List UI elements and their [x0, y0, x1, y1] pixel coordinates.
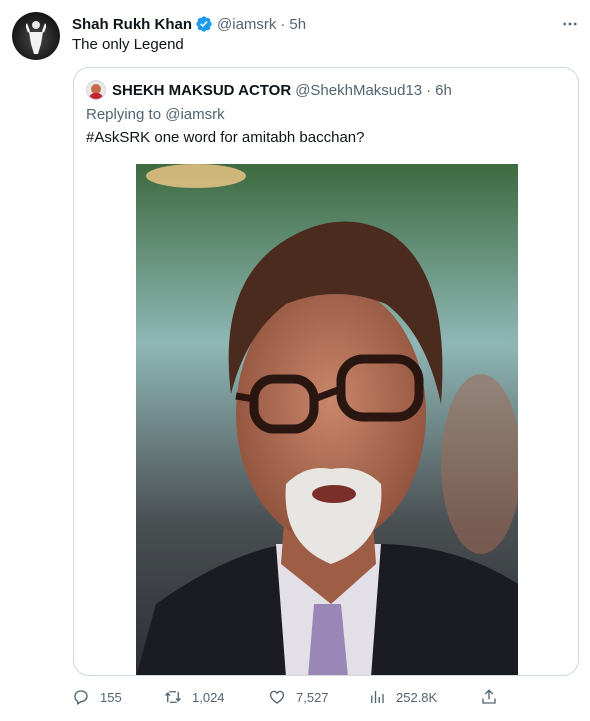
tweet[interactable]: Shah Rukh Khan @iamsrk · 5h The only Leg…: [0, 0, 590, 721]
views-button[interactable]: 252.8K: [368, 686, 437, 708]
author-avatar[interactable]: [12, 12, 60, 60]
replying-prefix: Replying to: [86, 106, 162, 123]
reply-count: 155: [100, 689, 122, 705]
views-icon: [371, 691, 384, 703]
tweet-actions: 155 1,024 7,527 252.8K: [72, 686, 502, 708]
quoted-author-handle: @ShekhMaksud13: [295, 81, 423, 99]
reply-icon: [74, 690, 88, 705]
heart-icon: [269, 690, 285, 704]
separator-dot: ·: [426, 81, 432, 99]
author-handle[interactable]: @iamsrk: [217, 16, 276, 33]
tweet-time[interactable]: 5h: [289, 16, 306, 33]
reply-button[interactable]: 155: [72, 686, 122, 708]
replying-to-handle: @iamsrk: [165, 106, 225, 123]
quoted-tweet-time: 6h: [435, 81, 452, 99]
quoted-tweet-header: SHEKH MAKSUD ACTOR @ShekhMaksud13 · 6h: [86, 80, 452, 100]
retweet-count: 1,024: [192, 689, 225, 705]
share-icon: [482, 689, 496, 704]
quoted-author-name: SHEKH MAKSUD ACTOR: [112, 81, 292, 99]
tweet-header: Shah Rukh Khan @iamsrk · 5h: [72, 14, 306, 34]
more-icon[interactable]: [560, 14, 580, 34]
avatar-figure: [26, 21, 46, 54]
quoted-author-avatar: [86, 80, 106, 100]
like-button[interactable]: 7,527: [268, 686, 329, 708]
portrait-photo: [136, 164, 518, 675]
share-button[interactable]: [480, 686, 508, 708]
quoted-tweet[interactable]: SHEKH MAKSUD ACTOR @ShekhMaksud13 · 6h R…: [73, 67, 579, 676]
like-count: 7,527: [296, 689, 329, 705]
author-name[interactable]: Shah Rukh Khan: [72, 16, 192, 33]
tweet-text: The only Legend: [72, 36, 184, 53]
quoted-tweet-text: #AskSRK one word for amitabh bacchan?: [86, 129, 365, 146]
quoted-tweet-photo[interactable]: [136, 164, 518, 675]
retweet-icon: [165, 691, 181, 703]
views-count: 252.8K: [396, 689, 438, 705]
replying-to: Replying to @iamsrk: [86, 106, 225, 123]
verified-badge-icon[interactable]: [195, 15, 213, 33]
retweet-button[interactable]: 1,024: [164, 686, 225, 708]
separator-dot: ·: [280, 15, 286, 33]
